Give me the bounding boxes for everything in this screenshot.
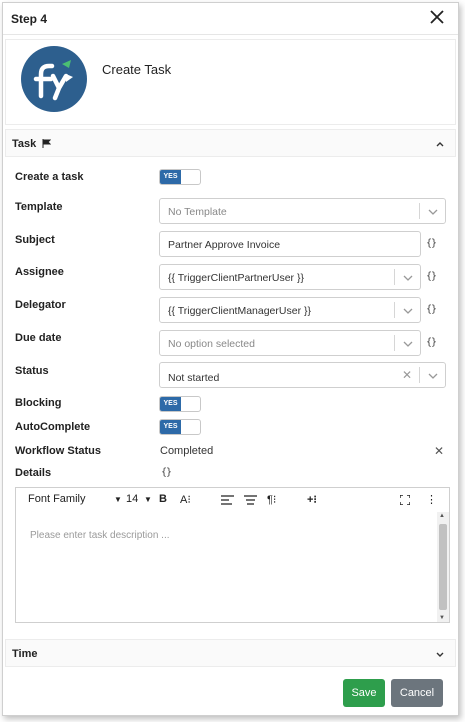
caret-down-icon: ▼	[114, 495, 122, 504]
toggle-yes: YES	[160, 420, 181, 434]
delegator-variable-icon[interactable]: {}	[426, 304, 437, 315]
editor-content[interactable]: Please enter task description ...	[16, 512, 437, 622]
select-divider	[419, 367, 420, 383]
task-section-label: Task	[12, 138, 52, 150]
font-size-label: 14	[126, 493, 139, 505]
create-task-label: Create a task	[15, 171, 84, 183]
editor-scrollbar[interactable]: ▲ ▼	[437, 512, 449, 622]
workflow-status-value: Completed	[160, 445, 214, 457]
dialog-title: Step 4	[11, 12, 48, 26]
align-center-icon[interactable]	[244, 495, 257, 505]
subject-input[interactable]: Partner Approve Invoice	[159, 231, 421, 257]
fullscreen-icon[interactable]	[400, 495, 410, 505]
details-editor: Font Family ▼ 14 ▼ B A⁝ ¶⁝ +⁝ ⋮ Please e…	[15, 487, 450, 623]
action-header-card: Create Task	[5, 39, 456, 125]
save-button[interactable]: Save	[343, 679, 385, 707]
step-dialog: Step 4 Create Task Task Create a task YE…	[2, 2, 459, 716]
task-section-title: Task	[12, 138, 37, 150]
delegator-value: {{ TriggerClientManagerUser }}	[168, 305, 311, 317]
dialog-header: Step 4	[3, 3, 458, 35]
toggle-yes: YES	[160, 170, 181, 184]
autocomplete-label: AutoComplete	[15, 421, 91, 433]
caret-down-icon: ▼	[144, 495, 152, 504]
autocomplete-toggle[interactable]: YES	[159, 419, 201, 435]
select-divider	[394, 335, 395, 351]
create-task-toggle[interactable]: YES	[159, 169, 201, 185]
delegator-label: Delegator	[15, 299, 66, 311]
select-divider	[394, 269, 395, 285]
subject-value: Partner Approve Invoice	[168, 239, 281, 251]
app-logo	[21, 46, 87, 112]
chevron-down-icon	[428, 373, 438, 379]
close-icon[interactable]	[428, 8, 446, 26]
font-family-label: Font Family	[28, 493, 86, 505]
chevron-down-icon	[403, 308, 413, 314]
blocking-label: Blocking	[15, 397, 62, 409]
assignee-value: {{ TriggerClientPartnerUser }}	[168, 272, 304, 284]
time-section-label: Time	[12, 648, 38, 660]
chevron-down-icon	[403, 275, 413, 281]
select-divider	[394, 302, 395, 318]
select-divider	[419, 203, 420, 219]
font-size-select[interactable]: 14	[126, 493, 138, 505]
editor-toolbar: Font Family ▼ 14 ▼ B A⁝ ¶⁝ +⁝ ⋮	[16, 488, 449, 512]
text-color-icon[interactable]: A⁝	[180, 493, 191, 506]
flag-icon	[42, 139, 52, 148]
toggle-yes: YES	[160, 397, 181, 411]
template-select[interactable]: No Template	[159, 198, 446, 224]
insert-icon[interactable]: +⁝	[307, 493, 317, 506]
editor-placeholder: Please enter task description ...	[30, 530, 170, 541]
scroll-up-icon[interactable]: ▲	[439, 513, 445, 519]
template-label: Template	[15, 201, 63, 213]
assignee-label: Assignee	[15, 266, 64, 278]
chevron-down-icon	[428, 209, 438, 215]
details-variable-icon[interactable]: {}	[161, 467, 172, 478]
status-label: Status	[15, 365, 49, 377]
due-date-label: Due date	[15, 332, 62, 344]
page-title: Create Task	[102, 62, 172, 77]
logo-icon	[33, 60, 73, 101]
task-section-header[interactable]: Task	[5, 129, 456, 157]
assignee-select[interactable]: {{ TriggerClientPartnerUser }}	[159, 264, 421, 290]
subject-label: Subject	[15, 234, 55, 246]
font-family-select[interactable]: Font Family	[28, 493, 85, 505]
assignee-variable-icon[interactable]: {}	[426, 271, 437, 282]
scrollbar-thumb[interactable]	[439, 524, 447, 610]
template-value: No Template	[168, 206, 227, 218]
blocking-toggle[interactable]: YES	[159, 396, 201, 412]
status-select[interactable]: Not started ✕	[159, 362, 446, 388]
bold-icon[interactable]: B	[159, 493, 167, 505]
details-label: Details	[15, 467, 52, 479]
time-section-header[interactable]: Time	[5, 639, 456, 667]
due-date-select[interactable]: No option selected	[159, 330, 421, 356]
subject-variable-icon[interactable]: {}	[426, 238, 437, 249]
workflow-status-label: Workflow Status	[15, 445, 101, 457]
delegator-select[interactable]: {{ TriggerClientManagerUser }}	[159, 297, 421, 323]
due-date-value: No option selected	[168, 338, 255, 350]
status-value: Not started	[168, 372, 220, 384]
align-left-icon[interactable]	[221, 495, 234, 505]
chevron-down-icon	[403, 341, 413, 347]
paragraph-icon[interactable]: ¶⁝	[267, 493, 276, 506]
more-options-icon[interactable]: ⋮	[426, 493, 437, 506]
scroll-down-icon[interactable]: ▼	[439, 615, 445, 621]
chevron-up-icon[interactable]	[435, 139, 445, 149]
due-date-variable-icon[interactable]: {}	[426, 337, 437, 348]
cancel-button[interactable]: Cancel	[391, 679, 443, 707]
clear-icon[interactable]: ✕	[402, 369, 412, 381]
close-icon[interactable]: ✕	[434, 444, 444, 458]
chevron-down-icon[interactable]	[435, 649, 445, 659]
